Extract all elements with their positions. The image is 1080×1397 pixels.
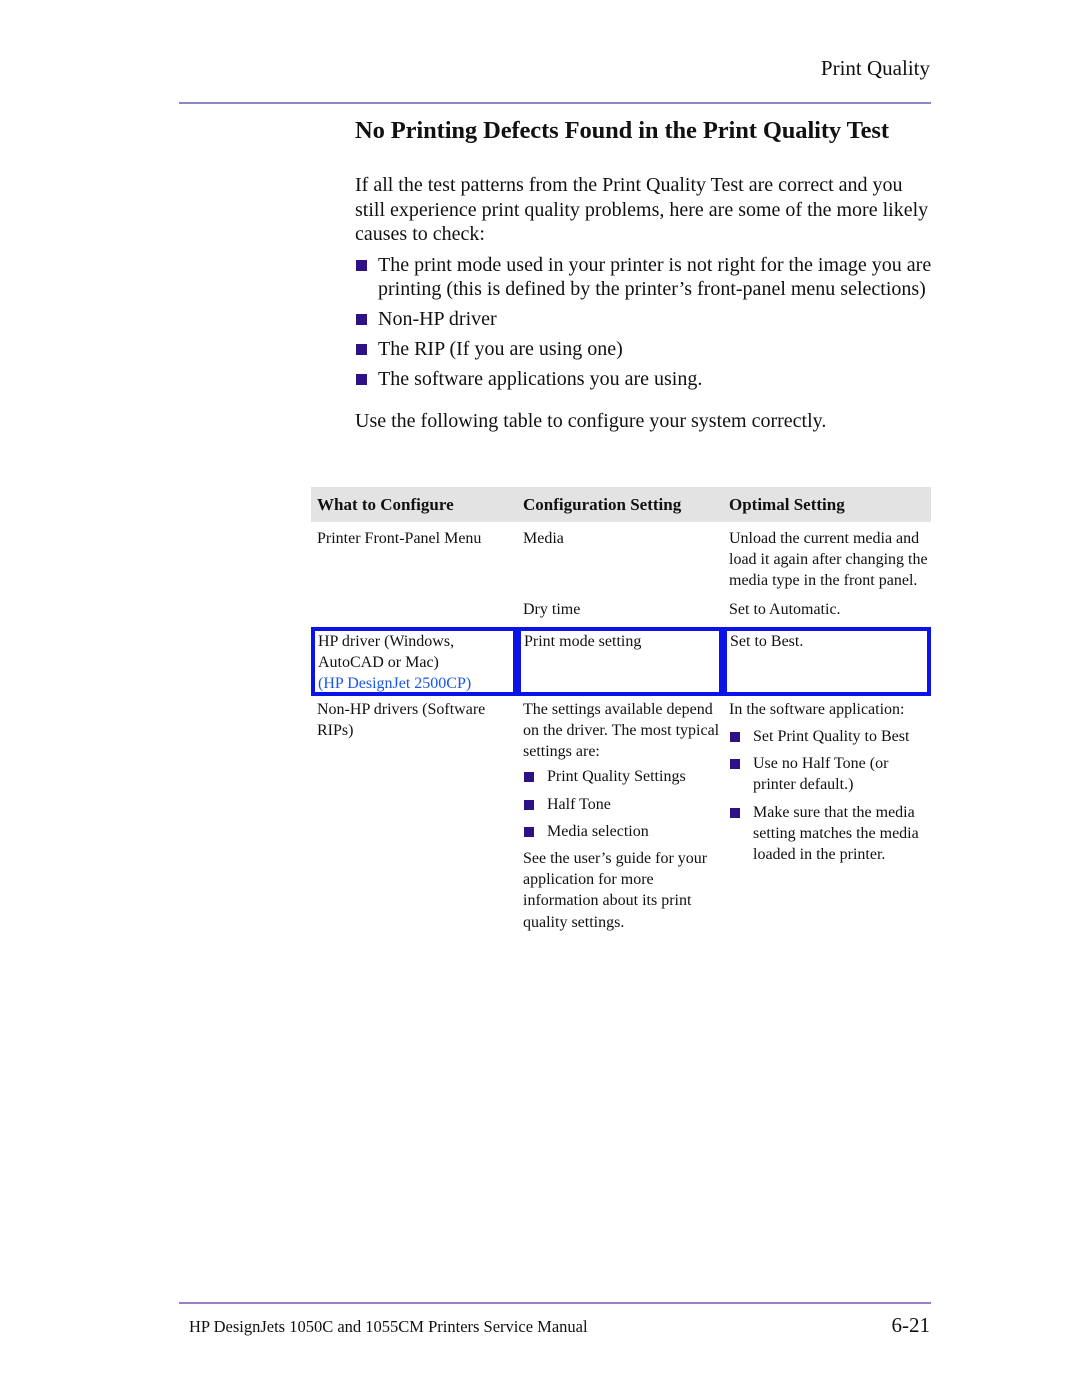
list-item: The RIP (If you are using one) [355, 337, 935, 362]
cell-what [311, 599, 517, 620]
page-number: 6-21 [891, 1313, 931, 1337]
section-body: If all the test patterns from the Print … [355, 173, 935, 433]
square-bullet-icon [356, 344, 367, 355]
list-item: Use no Half Tone (or printer default.) [729, 753, 931, 795]
cell-what: Non-HP drivers (Software RIPs) [317, 700, 486, 740]
table-row: Printer Front-Panel Menu Media Unload th… [311, 528, 931, 592]
running-head: Print Quality [820, 56, 930, 80]
cell-what: Printer Front-Panel Menu [317, 530, 482, 547]
cell-optimal: In the software application: Set Print Q… [723, 699, 931, 933]
cell-setting: Print mode setting [517, 626, 723, 696]
column-header-what: What to Configure [317, 494, 454, 514]
optimal-list: Set Print Quality to Best Use no Half To… [729, 726, 931, 865]
footer-rule [179, 1302, 931, 1304]
cell-optimal: Unload the current media and load it aga… [729, 530, 928, 590]
square-bullet-icon [356, 314, 367, 325]
list-item: The print mode used in your printer is n… [355, 253, 935, 302]
cell-setting: The settings available depend on the dri… [517, 699, 723, 933]
footer-manual-title: HP DesignJets 1050C and 1055CM Printers … [189, 1317, 588, 1336]
configuration-table: What to Configure Configuration Setting … [311, 487, 931, 933]
section-title: No Printing Defects Found in the Print Q… [355, 117, 889, 144]
table-row: Dry time Set to Automatic. [311, 599, 931, 620]
list-item: Non-HP driver [355, 307, 935, 332]
highlighted-table-row: HP driver (Windows, AutoCAD or Mac) (HP … [311, 626, 931, 696]
cell-setting: Media [523, 530, 564, 547]
table-row: Non-HP drivers (Software RIPs) The setti… [311, 699, 931, 933]
column-header-optimal: Optimal Setting [729, 494, 845, 514]
cell-optimal: Set to Best. [723, 626, 931, 696]
list-item: Set Print Quality to Best [729, 726, 931, 747]
list-item: Media selection [523, 821, 723, 842]
header-rule [179, 102, 931, 104]
square-bullet-icon [730, 732, 740, 743]
table-header: What to Configure Configuration Setting … [311, 487, 931, 522]
table-intro: Use the following table to configure you… [355, 409, 827, 432]
square-bullet-icon [524, 772, 534, 783]
square-bullet-icon [524, 799, 534, 810]
square-bullet-icon [730, 759, 740, 770]
setting-note: See the user’s guide for your applicatio… [523, 850, 708, 931]
square-bullet-icon [524, 826, 534, 837]
list-item: Make sure that the media setting matches… [729, 802, 931, 866]
square-bullet-icon [356, 259, 367, 271]
cell-setting: Dry time [523, 600, 581, 618]
cell-what: HP driver (Windows, AutoCAD or Mac) (HP … [311, 626, 517, 696]
list-item: Half Tone [523, 794, 723, 815]
causes-list: The print mode used in your printer is n… [355, 253, 935, 392]
column-header-setting: Configuration Setting [523, 494, 682, 514]
square-bullet-icon [730, 807, 740, 818]
square-bullet-icon [356, 374, 367, 385]
setting-list: Print Quality Settings Half Tone Media s… [523, 766, 723, 842]
list-item: Print Quality Settings [523, 766, 723, 787]
intro-paragraph: If all the test patterns from the Print … [355, 174, 929, 245]
cell-optimal: Set to Automatic. [729, 600, 841, 618]
model-note-link[interactable]: (HP DesignJet 2500CP) [318, 675, 471, 692]
list-item: The software applications you are using. [355, 367, 935, 392]
